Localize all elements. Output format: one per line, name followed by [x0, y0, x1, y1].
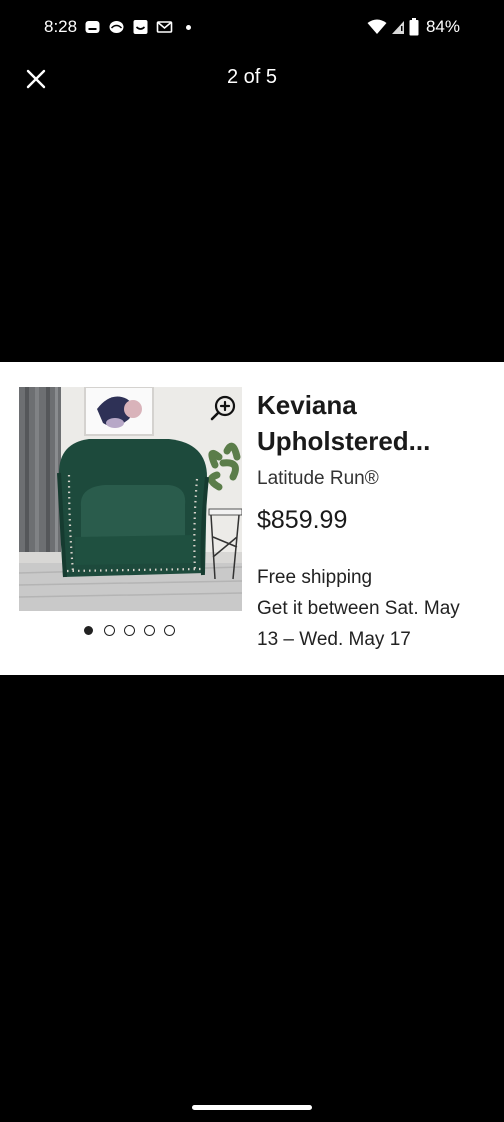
pagination-dot-2[interactable]	[104, 625, 115, 636]
product-info: Keviana Upholstered... Latitude Run® $85…	[257, 387, 497, 655]
product-image[interactable]	[19, 387, 242, 611]
product-title[interactable]: Keviana Upholstered...	[257, 387, 497, 459]
product-card: Keviana Upholstered... Latitude Run® $85…	[0, 362, 504, 675]
status-bar: 8:28 84%	[0, 0, 504, 56]
pagination-dot-3[interactable]	[124, 625, 135, 636]
home-indicator[interactable]	[192, 1105, 312, 1110]
status-time: 8:28	[44, 17, 78, 36]
shipping-info: Free shipping Get it between Sat. May 13…	[257, 562, 497, 655]
notification-icons	[84, 19, 191, 35]
pagination-dot-5[interactable]	[164, 625, 175, 636]
chat-bubble-icon	[109, 21, 124, 33]
image-pagination-dots	[84, 625, 175, 636]
more-notifications-dot	[186, 24, 191, 30]
product-price: $859.99	[257, 506, 348, 534]
product-title-line-1: Keviana	[257, 390, 357, 420]
zoom-in-icon	[210, 395, 236, 421]
message-icon	[85, 21, 100, 33]
cell-signal-icon	[391, 21, 404, 34]
shipping-line-3: 13 – Wed. May 17	[257, 629, 411, 650]
pagination-dot-4[interactable]	[144, 625, 155, 636]
wifi-icon	[367, 19, 387, 34]
image-counter: 2 of 5	[226, 66, 278, 88]
pagination-dot-1[interactable]	[84, 626, 93, 635]
shipping-line-1: Free shipping	[257, 567, 373, 588]
shipping-line-2: Get it between Sat. May	[257, 598, 460, 619]
battery-icon	[409, 18, 419, 36]
battery-percent: 84%	[425, 17, 460, 36]
product-brand: Latitude Run®	[257, 468, 379, 489]
zoom-button[interactable]	[208, 393, 238, 423]
system-icons: 84%	[367, 17, 460, 37]
product-title-line-2: Upholstered...	[257, 426, 431, 456]
gmail-icon	[156, 21, 173, 33]
smile-app-icon	[133, 20, 148, 34]
